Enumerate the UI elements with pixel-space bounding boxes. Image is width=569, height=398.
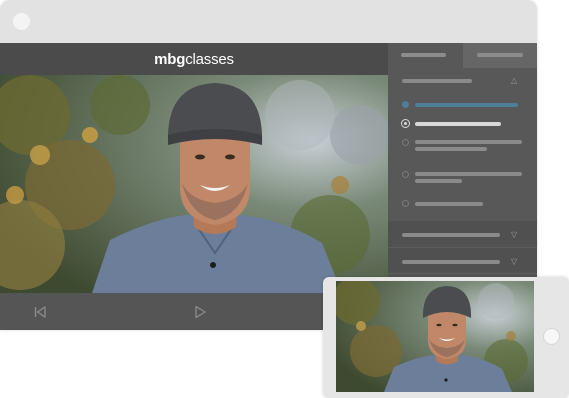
video-frame[interactable] <box>0 75 388 293</box>
lesson-title <box>415 202 483 206</box>
lesson-status-icon <box>402 139 409 146</box>
lesson-title <box>415 140 522 144</box>
desktop-camera-dot <box>13 13 30 30</box>
lesson-item-playing[interactable] <box>388 97 537 113</box>
chevron-up-icon: △ <box>511 76 518 85</box>
lesson-item[interactable] <box>388 167 537 189</box>
section-title <box>402 233 500 237</box>
phone-video-frame[interactable] <box>336 281 534 392</box>
brand-logo[interactable]: mbgclasses <box>154 51 234 68</box>
brand-logo-bold: mbg <box>154 50 186 68</box>
chevron-down-icon: ▽ <box>511 257 518 266</box>
section-header-open[interactable]: △ <box>388 68 537 90</box>
skip-back-icon[interactable] <box>30 302 50 322</box>
chevron-down-icon: ▽ <box>511 230 518 239</box>
play-icon[interactable] <box>190 302 210 322</box>
lesson-title <box>415 103 518 107</box>
section-header-collapsed[interactable]: ▽ <box>388 247 537 273</box>
lesson-title <box>415 122 501 126</box>
lesson-status-icon <box>402 171 409 178</box>
lesson-status-icon <box>402 200 409 207</box>
lesson-item[interactable] <box>388 196 537 212</box>
lesson-subtitle <box>415 147 487 151</box>
current-lesson-icon <box>402 120 409 127</box>
section-header-collapsed[interactable]: ▽ <box>388 221 537 247</box>
section-title <box>402 79 472 83</box>
playing-indicator-icon <box>402 101 409 108</box>
lesson-title <box>415 172 522 176</box>
video-image <box>0 75 388 293</box>
tab-lessons[interactable] <box>388 43 463 68</box>
tab-notes[interactable] <box>463 43 538 68</box>
lesson-subtitle <box>415 179 462 183</box>
tab-notes-label <box>477 53 523 57</box>
section-title <box>402 260 500 264</box>
tab-lessons-label <box>401 53 446 57</box>
phone-home-button[interactable] <box>543 328 560 345</box>
sidebar-tabs <box>388 43 537 68</box>
app-header: mbgclasses <box>0 43 388 75</box>
phone-video-image <box>336 281 534 392</box>
brand-logo-rest: classes <box>185 50 234 68</box>
lesson-item[interactable] <box>388 135 537 157</box>
lesson-item-current[interactable] <box>388 116 537 132</box>
